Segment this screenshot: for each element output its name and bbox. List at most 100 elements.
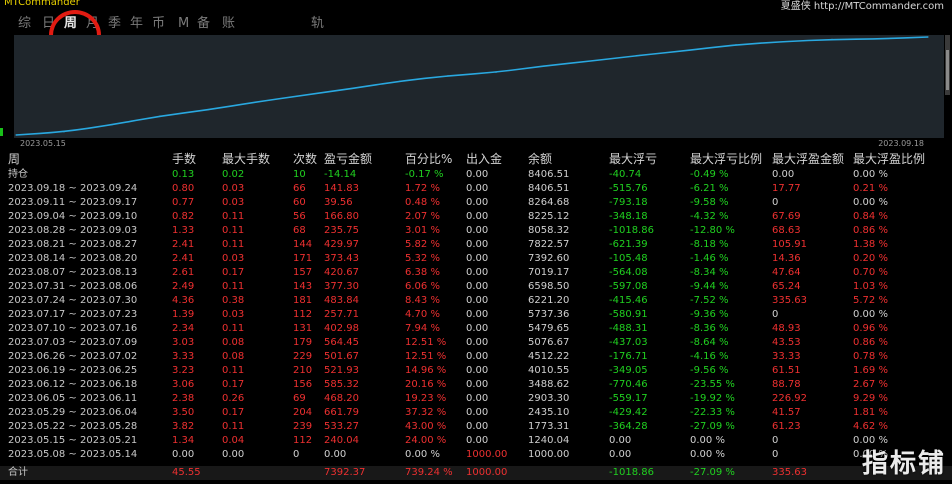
- table-row[interactable]: 2023.08.21 ~ 2023.08.27 2.41 0.11 144 429.97…: [0, 238, 952, 252]
- scrollbar-thumb[interactable]: [946, 50, 949, 90]
- cell-col-9: -4.32 %: [690, 211, 729, 222]
- cell-col-0: 2023.05.15 ~ 2023.05.21: [8, 435, 138, 446]
- cell-col-4: 501.67: [324, 351, 359, 362]
- cell-col-1: 2.41: [172, 253, 195, 264]
- cell-col-3: 0: [293, 449, 300, 460]
- equity-point: [255, 101, 257, 103]
- table-row[interactable]: 2023.09.04 ~ 2023.09.10 0.82 0.11 56 166.80 2…: [0, 210, 952, 224]
- cell-col-4: 429.97: [324, 239, 359, 250]
- cell-col-6: 0.00: [466, 309, 489, 320]
- cell-col-9: -22.33 %: [690, 407, 735, 418]
- cell-col-9: -19.92 %: [690, 393, 735, 404]
- cell-col-9: 最大浮亏比例: [690, 152, 763, 166]
- cell-col-5: 2.07 %: [405, 211, 440, 222]
- table-row[interactable]: 2023.07.17 ~ 2023.07.23 1.39 0.03 112 257.71…: [0, 308, 952, 322]
- cell-col-11: 5.72 %: [853, 295, 888, 306]
- app-title: MTCommander: [4, 0, 80, 8]
- cell-col-8: -1018.86: [609, 225, 654, 236]
- cell-col-9: -8.64 %: [690, 337, 729, 348]
- cell-col-5: 12.51 %: [405, 351, 447, 362]
- table-row[interactable]: 2023.06.26 ~ 2023.07.02 3.33 0.08 229 501.67…: [0, 350, 952, 364]
- cell-col-10: 88.78: [772, 379, 801, 390]
- cell-col-9: -27.09 %: [690, 467, 735, 478]
- cell-col-3: 239: [293, 421, 313, 432]
- cell-col-6: 0.00: [466, 211, 489, 222]
- cell-col-0: 2023.06.12 ~ 2023.06.18: [8, 379, 138, 390]
- tab-5[interactable]: 年: [130, 14, 143, 34]
- cell-col-0: 2023.08.28 ~ 2023.09.03: [8, 225, 138, 236]
- cell-col-9: -4.16 %: [690, 351, 729, 362]
- chart-start-date: 2023.05.15: [20, 139, 66, 148]
- tab-6[interactable]: 币: [152, 14, 165, 34]
- cell-col-2: 0.03: [222, 253, 245, 264]
- cell-col-3: 204: [293, 407, 313, 418]
- table-row[interactable]: 2023.08.14 ~ 2023.08.20 2.41 0.03 171 373.43…: [0, 252, 952, 266]
- table-row[interactable]: 持仓 0.13 0.02 10 -14.14 -0.17 % 0.00 8406.51 -40.…: [0, 168, 952, 182]
- cell-col-4: 盈亏金额: [324, 152, 373, 166]
- table-row[interactable]: 2023.08.07 ~ 2023.08.13 2.61 0.17 157 420.67…: [0, 266, 952, 280]
- table-total-row[interactable]: 合计 45.55 7392.37 739.24 % 1000.00 -1018.86 -27…: [0, 466, 952, 480]
- cell-col-7: 1240.04: [528, 435, 570, 446]
- cell-col-7: 6221.20: [528, 295, 570, 306]
- cell-col-6: 0.00: [466, 169, 489, 180]
- cell-col-10: 47.64: [772, 267, 801, 278]
- table-row[interactable]: 2023.07.31 ~ 2023.08.06 2.49 0.11 143 377.30…: [0, 280, 952, 294]
- cell-col-5: 6.06 %: [405, 281, 440, 292]
- table-row[interactable]: 2023.09.11 ~ 2023.09.17 0.77 0.03 60 39.56 0.…: [0, 196, 952, 210]
- table-row[interactable]: 2023.06.19 ~ 2023.06.25 3.23 0.11 210 521.93…: [0, 364, 952, 378]
- equity-point: [831, 38, 833, 41]
- table-row[interactable]: 2023.05.15 ~ 2023.05.21 1.34 0.04 112 240.04…: [0, 434, 952, 448]
- cell-col-2: 0.11: [222, 211, 245, 222]
- cell-col-7: 3488.62: [528, 379, 570, 390]
- table-row[interactable]: 2023.05.08 ~ 2023.05.14 0.00 0.00 0 0.00 0.00…: [0, 448, 952, 462]
- equity-point: [447, 75, 449, 77]
- cell-col-2: 0.02: [222, 169, 245, 180]
- cell-col-9: -8.18 %: [690, 239, 729, 250]
- table-header[interactable]: 周 手数 最大手数 次数 盈亏金额 百分比% 出入金 余额 最大浮亏 最大浮亏比例 最大浮盈金额 最大…: [0, 150, 952, 168]
- cell-col-4: 420.67: [324, 267, 359, 278]
- table-row[interactable]: 2023.05.22 ~ 2023.05.28 3.82 0.11 239 533.27…: [0, 420, 952, 434]
- cell-col-1: 3.33: [172, 351, 195, 362]
- cell-col-9: -1.46 %: [690, 253, 729, 264]
- cell-col-2: 0.11: [222, 225, 245, 236]
- table-row[interactable]: 2023.09.18 ~ 2023.09.24 0.80 0.03 66 141.83 1…: [0, 182, 952, 196]
- table-row[interactable]: 2023.07.03 ~ 2023.07.09 3.03 0.08 179 564.45…: [0, 336, 952, 350]
- cell-col-4: 257.71: [324, 309, 359, 320]
- cell-col-8: -349.05: [609, 365, 648, 376]
- equity-point: [63, 131, 65, 133]
- cell-col-5: 12.51 %: [405, 337, 447, 348]
- equity-point: [639, 54, 641, 56]
- cell-col-10: 41.57: [772, 407, 801, 418]
- position-marker: [0, 128, 3, 136]
- cell-col-9: -7.52 %: [690, 295, 729, 306]
- equity-point: [351, 87, 353, 90]
- table-row[interactable]: 2023.07.24 ~ 2023.07.30 4.36 0.38 181 483.84…: [0, 294, 952, 308]
- cell-col-8: -105.48: [609, 253, 648, 264]
- cell-col-11: 最大浮盈比例: [853, 152, 926, 166]
- cell-col-8: -176.71: [609, 351, 648, 362]
- cell-col-1: 0.77: [172, 197, 195, 208]
- cell-col-6: 0.00: [466, 225, 489, 236]
- equity-point: [399, 80, 401, 82]
- tab-4[interactable]: 季: [108, 14, 121, 34]
- cell-col-5: 5.82 %: [405, 239, 440, 250]
- cell-col-6: 0.00: [466, 365, 489, 376]
- cell-col-7: 7392.60: [528, 253, 570, 264]
- table-row[interactable]: 2023.06.12 ~ 2023.06.18 3.06 0.17 156 585.32…: [0, 378, 952, 392]
- cell-col-8: -597.08: [609, 281, 648, 292]
- cell-col-0: 2023.08.14 ~ 2023.08.20: [8, 253, 138, 264]
- cell-col-5: 1.72 %: [405, 183, 440, 194]
- tab-0[interactable]: 综: [18, 14, 31, 34]
- tab-8[interactable]: 备: [197, 14, 210, 34]
- cell-col-10: 17.77: [772, 183, 801, 194]
- tab-7[interactable]: M: [178, 14, 189, 34]
- cell-col-11: 1.69 %: [853, 365, 888, 376]
- table-row[interactable]: 2023.08.28 ~ 2023.09.03 1.33 0.11 68 235.75 3…: [0, 224, 952, 238]
- cell-col-11: 2.67 %: [853, 379, 888, 390]
- table-row[interactable]: 2023.07.10 ~ 2023.07.16 2.34 0.11 131 402.98…: [0, 322, 952, 336]
- table-row[interactable]: 2023.05.29 ~ 2023.06.04 3.50 0.17 204 661.79…: [0, 406, 952, 420]
- cell-col-2: 0.11: [222, 239, 245, 250]
- cell-col-9: -12.80 %: [690, 225, 735, 236]
- table-row[interactable]: 2023.06.05 ~ 2023.06.11 2.38 0.26 69 468.20 1…: [0, 392, 952, 406]
- cell-col-2: 最大手数: [222, 152, 271, 166]
